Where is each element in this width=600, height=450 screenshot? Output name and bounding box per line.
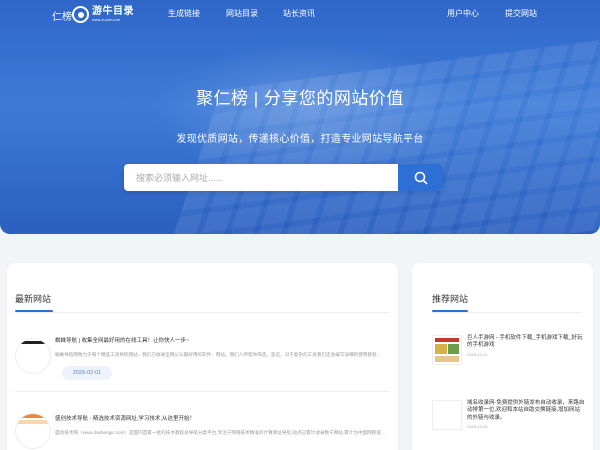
site-desc: 蜘蛛导航网致力于每个精品工具导航网站，我们只收录全网公认最好用的软件、网站。我们… [55, 352, 381, 357]
top-nav: 仁榜 游牛目录 www.zuniw.com 生成链接 网站目录 站长资讯 用户中… [0, 0, 600, 28]
site-date: 2025-12-29 [467, 424, 488, 429]
logo-icon [72, 5, 89, 23]
search-box [124, 164, 443, 191]
thumbnail-block [435, 356, 459, 362]
thumbnail-block [435, 344, 447, 354]
nav-link-submit-site[interactable]: 提交网站 [505, 8, 537, 19]
nav-link-generate[interactable]: 生成链接 [168, 8, 200, 19]
site-thumbnail[interactable] [15, 413, 51, 449]
item-divider [15, 391, 390, 392]
logo-name: 游牛目录 [92, 5, 134, 17]
thumbnail-band [16, 420, 50, 424]
site-thumbnail[interactable] [432, 400, 462, 430]
latest-sites-divider [15, 312, 390, 313]
logo-url: www.zuniw.com [92, 16, 121, 22]
site-date-badge: 2026-02-01 [62, 366, 112, 380]
site-logo[interactable]: 游牛目录 www.zuniw.com [72, 4, 136, 24]
hero-subtitle: 发现优质网站，传递核心价值，打造专业网站导航平台 [176, 134, 424, 145]
site-desc: 盛创技术网（www.dashengic.com）是国内首家一批的技术教程总导航分… [55, 430, 385, 435]
brand-text[interactable]: 仁榜 [52, 8, 72, 23]
nav-link-user-center[interactable]: 用户中心 [447, 8, 479, 19]
thumbnail-band [16, 341, 50, 344]
site-date: 2025-12-24 [467, 352, 488, 357]
site-thumbnail[interactable] [15, 338, 51, 374]
hero-title: 聚仁榜 | 分享您的网站价值 [196, 89, 404, 108]
search-button[interactable] [398, 164, 443, 191]
nav-link-news[interactable]: 站长资讯 [283, 8, 315, 19]
site-title[interactable]: 蜘蛛导航 | 收集全网最好用的在线工具！让你快人一步~ [55, 336, 189, 344]
site-title[interactable]: 巨人手游网 - 手机软件下载_手机游戏下载_好玩的手机游戏 [467, 335, 585, 350]
search-input[interactable] [124, 164, 398, 191]
recommended-sites-divider [432, 312, 582, 313]
site-title[interactable]: 盛创技术导航 - 精选技术资源网址,学习技术,从这里开始！ [55, 414, 195, 422]
thumbnail-band [16, 414, 50, 418]
recommended-sites-title: 推荐网站 [432, 294, 469, 304]
thumbnail-block [448, 344, 459, 354]
latest-sites-card: 最新网站 蜘蛛导航 | 收集全网最好用的在线工具！让你快人一步~ 蜘蛛导航网致力… [7, 263, 398, 450]
recommended-sites-card: 推荐网站 巨人手游网 - 手机软件下载_手机游戏下载_好玩的手机游戏 2025-… [412, 263, 593, 450]
site-thumbnail[interactable] [432, 335, 462, 365]
site-title[interactable]: 域名收录网-免费提供外链发布自动收录，来路自动排第一位,欢迎和本站自助交换链接,… [467, 400, 585, 422]
search-icon [414, 171, 427, 184]
thumbnail-band [435, 338, 459, 342]
latest-sites-title: 最新网站 [15, 294, 52, 304]
hero-banner: 仁榜 游牛目录 www.zuniw.com 生成链接 网站目录 站长资讯 用户中… [0, 0, 600, 234]
nav-link-directory[interactable]: 网站目录 [226, 8, 258, 19]
